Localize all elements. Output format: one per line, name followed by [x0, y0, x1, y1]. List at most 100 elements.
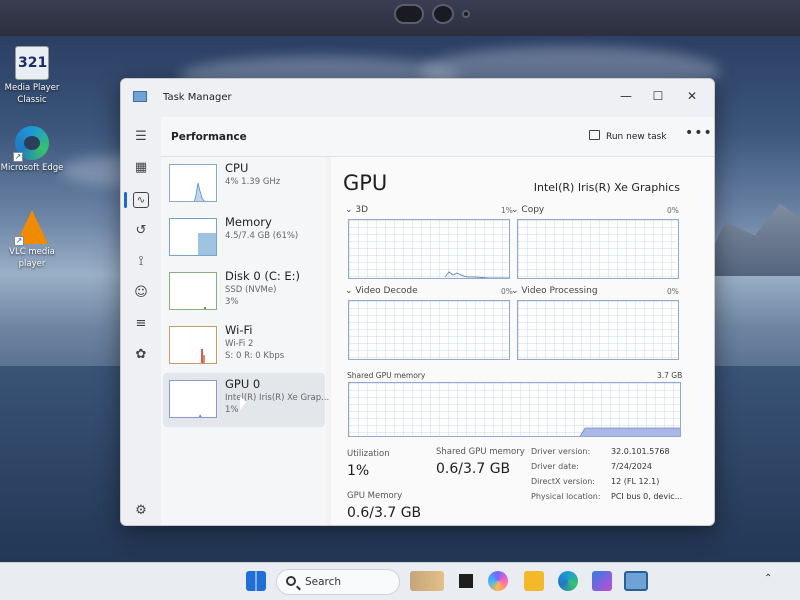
- resource-name: Disk 0 (C: E:): [225, 269, 301, 283]
- app-history-icon[interactable]: ↺: [133, 223, 149, 239]
- task-view-icon[interactable]: [456, 571, 476, 591]
- hamburger-menu-icon[interactable]: ☰: [133, 129, 149, 145]
- task-manager-logo-icon: [133, 91, 147, 102]
- resource-name: Wi-Fi: [225, 323, 253, 337]
- title-bar[interactable]: Task Manager — ☐ ✕: [121, 79, 714, 117]
- settings-icon[interactable]: ⚙: [133, 503, 149, 519]
- engine-3d-graph: [348, 219, 510, 279]
- run-task-icon: [589, 130, 600, 140]
- engine-copy-graph: [517, 219, 679, 279]
- utilization-label: Utilization: [347, 449, 390, 459]
- memory-thumbnail-graph: [169, 218, 217, 256]
- laptop-bezel: [0, 0, 800, 40]
- command-bar: Performance Run new task •••: [161, 117, 714, 157]
- desktop-icon-media-player-classic[interactable]: 321 Media Player Classic: [0, 46, 64, 106]
- search-icon: [286, 576, 296, 586]
- run-new-task-label: Run new task: [606, 132, 667, 142]
- window-title: Task Manager: [163, 92, 232, 103]
- section-title: Performance: [171, 131, 247, 143]
- shortcut-arrow-icon: ↗: [14, 236, 24, 246]
- wifi-thumbnail-graph: [169, 326, 217, 364]
- startup-apps-icon[interactable]: ⟟: [133, 254, 149, 270]
- resource-detail: 3%: [225, 297, 239, 307]
- directx-version-label: DirectX version:: [531, 477, 595, 486]
- more-options-button[interactable]: •••: [685, 125, 713, 141]
- resource-name: Memory: [225, 215, 272, 229]
- run-new-task-button[interactable]: Run new task: [589, 130, 667, 142]
- navigation-rail: ☰ ▦ ∿ ↺ ⟟ ☺ ≡ ✿ ⚙: [121, 117, 161, 525]
- media-player-classic-icon: 321: [15, 46, 49, 80]
- edge-taskbar-icon[interactable]: [558, 571, 578, 591]
- gpu-thumbnail-graph: [169, 380, 217, 418]
- resource-name: CPU: [225, 161, 249, 175]
- maximize-button[interactable]: ☐: [643, 84, 673, 108]
- shortcut-arrow-icon: ↗: [13, 152, 23, 162]
- resource-item-wifi[interactable]: Wi-Fi Wi-Fi 2 S: 0 R: 0 Kbps: [163, 319, 325, 373]
- gpu-model-name: Intel(R) Iris(R) Xe Graphics: [533, 181, 680, 194]
- engine-video-processing-dropdown[interactable]: ⌄ Video Processing: [511, 286, 598, 296]
- performance-icon[interactable]: ∿: [133, 192, 149, 208]
- physical-location-label: Physical location:: [531, 492, 601, 501]
- resource-item-disk[interactable]: Disk 0 (C: E:) SSD (NVMe) 3%: [163, 265, 325, 319]
- cpu-thumbnail-graph: [169, 164, 217, 202]
- indicator-light-icon: [462, 10, 470, 18]
- detail-title: GPU: [343, 171, 388, 195]
- taskbar-search[interactable]: Search: [276, 569, 400, 595]
- close-button[interactable]: ✕: [677, 84, 707, 108]
- directx-version-value: 12 (FL 12.1): [611, 477, 660, 486]
- shared-memory-label: Shared GPU memory: [347, 371, 426, 380]
- start-button[interactable]: [246, 571, 266, 591]
- webcam-icon: [394, 4, 424, 24]
- resource-item-memory[interactable]: Memory 4.5/7.4 GB (61%): [163, 211, 325, 265]
- resource-detail: Wi-Fi 2: [225, 339, 254, 349]
- task-manager-window: Task Manager — ☐ ✕ ☰ ▦ ∿ ↺ ⟟ ☺ ≡ ✿ ⚙ Per…: [120, 78, 715, 526]
- webcam-sensor-icon: [432, 4, 454, 24]
- shared-memory-max: 3.7 GB: [657, 371, 683, 380]
- minimize-button[interactable]: —: [611, 84, 641, 108]
- resource-detail: SSD (NVMe): [225, 285, 277, 295]
- resource-item-cpu[interactable]: CPU 4% 1.39 GHz: [163, 157, 325, 211]
- desktop-icon-label: Media Player Classic: [4, 83, 60, 105]
- vlc-icon: ↗: [14, 210, 48, 246]
- store-icon[interactable]: [592, 571, 612, 591]
- resource-list: CPU 4% 1.39 GHz Memory 4.5/7.4 GB (61%) …: [161, 157, 329, 525]
- shared-memory-stat-value: 0.6/3.7 GB: [436, 461, 511, 477]
- tray-chevron-icon[interactable]: ⌃: [764, 573, 772, 584]
- resource-detail: S: 0 R: 0 Kbps: [225, 351, 285, 361]
- disk-thumbnail-graph: [169, 272, 217, 310]
- resource-detail: 4% 1.39 GHz: [225, 177, 281, 187]
- desktop-icon-vlc[interactable]: ↗ VLC media player: [0, 210, 64, 270]
- search-label: Search: [305, 576, 342, 588]
- engine-video-processing-graph: [517, 300, 679, 360]
- engine-copy-dropdown[interactable]: ⌄ Copy: [511, 205, 544, 215]
- details-icon[interactable]: ≡: [133, 316, 149, 332]
- edge-icon: ↗: [13, 126, 49, 162]
- task-manager-taskbar-icon[interactable]: [624, 571, 648, 591]
- gpu-detail-pane: GPU Intel(R) Iris(R) Xe Graphics ⌄ 3D 1%…: [331, 157, 714, 525]
- services-icon[interactable]: ✿: [133, 347, 149, 363]
- desktop-icon-microsoft-edge[interactable]: ↗ Microsoft Edge: [0, 126, 64, 174]
- engine-video-decode-dropdown[interactable]: ⌄ Video Decode: [345, 286, 418, 296]
- gpu-memory-value: 0.6/3.7 GB: [347, 505, 422, 521]
- active-indicator: [124, 192, 127, 208]
- driver-version-label: Driver version:: [531, 447, 591, 456]
- engine-copy-percent: 0%: [667, 206, 679, 215]
- desktop-icon-label: Microsoft Edge: [0, 163, 64, 173]
- resource-name: GPU 0: [225, 377, 261, 391]
- resource-detail: 1%: [225, 405, 239, 415]
- processes-icon[interactable]: ▦: [133, 160, 149, 176]
- mouse-cursor-icon: [240, 396, 246, 410]
- driver-date-value: 7/24/2024: [611, 462, 653, 471]
- taskbar: Search ⌃: [0, 562, 800, 600]
- widgets-icon[interactable]: [410, 571, 444, 591]
- engine-3d-dropdown[interactable]: ⌄ 3D: [345, 205, 368, 215]
- engine-video-decode-graph: [348, 300, 510, 360]
- users-icon[interactable]: ☺: [133, 285, 149, 301]
- file-explorer-icon[interactable]: [524, 571, 544, 591]
- engine-video-processing-percent: 0%: [667, 287, 679, 296]
- driver-version-value: 32.0.101.5768: [611, 447, 670, 456]
- shared-memory-graph: [348, 382, 681, 437]
- utilization-value: 1%: [347, 463, 370, 479]
- resource-detail: 4.5/7.4 GB (61%): [225, 231, 299, 241]
- copilot-icon[interactable]: [488, 571, 508, 591]
